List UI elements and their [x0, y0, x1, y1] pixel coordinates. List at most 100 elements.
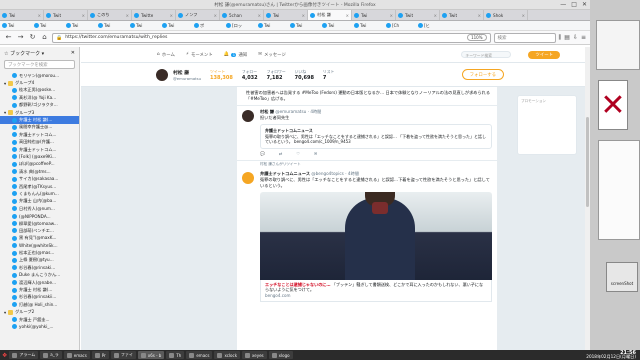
close-tab-icon[interactable]: × [38, 13, 41, 18]
browser-tab[interactable]: Twit × [440, 10, 484, 20]
bookmark-item[interactable]: Twi [0, 23, 32, 28]
twitter-search-input[interactable]: キーワード検索 [461, 51, 512, 58]
bookmark-search-input[interactable]: ブックマークを検索 [4, 60, 75, 69]
bookmark-entry[interactable]: Duke まんこうかん... [0, 272, 79, 279]
bookmark-item[interactable]: Twi [32, 23, 64, 28]
profile-name[interactable]: 村松 謙 [173, 69, 201, 76]
bookmark-entry[interactable]: 弁護士ドットコム... [0, 131, 79, 138]
avatar[interactable] [242, 110, 254, 122]
profile-stat[interactable]: リスト 7 [323, 69, 334, 81]
twitter-nav-moments[interactable]: ⚡ モーメント [186, 52, 213, 58]
browser-tab[interactable]: Shok × [484, 10, 528, 20]
bookmark-entry[interactable]: (@NIPPONDA... [0, 212, 79, 219]
url-bar[interactable]: 🔒 https://twitter.com/emuramatsu/with_re… [52, 32, 491, 43]
twitter-nav-home[interactable]: ⌂ ホーム [157, 52, 175, 58]
background-window[interactable] [596, 20, 640, 70]
taskbar-button[interactable]: x6s - b [137, 351, 165, 359]
tweet[interactable]: 村松 謙 @emuramatsu · 4時間 担いだ者同先生 弁護士ドットコムニ… [237, 106, 497, 161]
bookmark-entry[interactable]: 弁護士 村松 謙(... [0, 286, 79, 293]
browser-tab[interactable]: Twitte × [132, 10, 176, 20]
browser-tab[interactable]: 5chan × [220, 10, 264, 20]
taskbar-button[interactable]: ファイ [110, 351, 136, 359]
close-tab-icon[interactable]: × [170, 13, 173, 18]
browser-tab[interactable]: Twit × [396, 10, 440, 20]
browser-tab[interactable]: このち × [88, 10, 132, 20]
browser-tab[interactable]: Twi × [352, 10, 396, 20]
xlogo-window[interactable]: ✕ [598, 80, 628, 130]
background-window[interactable] [598, 140, 640, 240]
taskbar-button[interactable]: xlogo [268, 351, 293, 359]
close-tab-icon[interactable]: × [390, 13, 393, 18]
taskbar-button[interactable]: アラーム [9, 351, 39, 359]
avatar[interactable] [155, 67, 169, 82]
bookmark-item[interactable]: Twi [288, 23, 320, 28]
browser-tab[interactable]: ノンフ × [176, 10, 220, 20]
folder-expand-icon[interactable]: ▾ [4, 81, 6, 86]
bookmark-item[interactable]: [ロッ [224, 23, 256, 29]
bookmark-entry[interactable]: 杉谷春(@rinsakii... [0, 294, 79, 301]
taskbar-button[interactable]: Th [166, 351, 185, 359]
bookmark-entry[interactable]: 上條 夏樹(@tyu... [0, 257, 79, 264]
close-tab-icon[interactable]: × [478, 13, 481, 18]
menu-icon[interactable]: ≡ [581, 34, 586, 42]
close-tab-icon[interactable]: × [82, 13, 85, 18]
close-tab-icon[interactable]: × [522, 13, 525, 18]
page-scrollbar[interactable] [585, 47, 590, 350]
avatar[interactable] [242, 171, 254, 184]
scrollbar-thumb[interactable] [586, 117, 589, 207]
bookmark-folder[interactable]: ▾ グループ4 [0, 79, 79, 86]
tweet-button[interactable]: ツイート [528, 50, 560, 59]
tweet-time[interactable]: 4時間 [348, 171, 359, 176]
bookmark-item[interactable]: ポ [192, 23, 224, 29]
browser-tab[interactable]: Twi × [264, 10, 308, 20]
bookmark-entry[interactable]: [Folk] (@axe9Ki... [0, 153, 79, 160]
link-card-caption[interactable]: エッチなことは逮捕じゃないのに… 「ブッテン」騒ぎして書類送検、どこかで耳に入っ… [260, 279, 492, 302]
bookmark-entry[interactable]: 渡辺輝人(@nabe... [0, 279, 79, 286]
home-icon[interactable]: ⌂ [40, 33, 49, 42]
tweet-photo[interactable] [260, 191, 492, 280]
bookmark-entry[interactable]: 柳翠愛(@tomoaw... [0, 220, 79, 227]
close-tab-icon[interactable]: × [126, 13, 129, 18]
search-box[interactable]: 検索 [493, 32, 556, 43]
folder-expand-icon[interactable]: ▾ [4, 310, 6, 315]
taskbar-button[interactable]: xclock [214, 351, 241, 359]
bookmark-entry[interactable]: サイカ(@sakasaa... [0, 175, 79, 182]
bookmark-entry[interactable]: 田部萌(ベンチエ... [0, 227, 79, 234]
bookmark-entry[interactable]: White(@whiteSk... [0, 242, 79, 249]
tweet-author[interactable]: 弁護士ドットコムニュース [260, 171, 310, 176]
bookmark-entry[interactable]: 弁護士 村松 謙(... [0, 116, 79, 124]
bookmark-item[interactable]: Twi [256, 23, 288, 28]
sidebar-icon[interactable]: ▤ [564, 34, 570, 42]
zoom-indicator[interactable]: 110% [467, 34, 487, 41]
bookmark-entry[interactable]: 西尾孝(@TKsyus... [0, 183, 79, 190]
bookmark-item[interactable]: [Ch [384, 23, 416, 28]
bookmark-entry[interactable]: yohki(@yohki_... [0, 323, 79, 330]
folder-expand-icon[interactable]: ▾ [4, 110, 6, 115]
tweet-time[interactable]: 4時間 [310, 109, 321, 114]
follow-button[interactable]: フォローする [461, 69, 504, 80]
bookmark-entry[interactable]: 清水 典(@tms... [0, 168, 79, 175]
taskbar-button[interactable]: xeyes [242, 351, 267, 359]
promo-panel[interactable]: プロモーション [517, 95, 577, 155]
bookmark-item[interactable]: Twi [160, 23, 192, 28]
bookmark-entry[interactable]: ぽぽ(@pcoffeeP... [0, 161, 79, 168]
bookmark-entry[interactable]: 弁護士 山内(@ba... [0, 198, 79, 205]
retweet-icon[interactable]: ⇄ [279, 151, 282, 157]
bookmark-item[interactable]: Twi [320, 23, 352, 28]
sidebar-title[interactable]: ☆ ブックマーク ▾ [4, 50, 44, 57]
close-tab-icon[interactable]: × [258, 13, 261, 18]
dm-icon[interactable]: ✉ [314, 151, 317, 157]
bookmark-entry[interactable]: 日村秀人(@num... [0, 205, 79, 212]
taskbar-button[interactable]: Pr [91, 351, 109, 359]
browser-tab[interactable]: 村松 謙 × [308, 10, 352, 20]
forward-arrow-icon[interactable]: → [16, 33, 25, 42]
bookmark-entry[interactable]: 都野彰/ゴジラクタ... [0, 102, 79, 109]
bookmark-entry[interactable]: 桂木正男(@oske... [0, 87, 79, 94]
taskbar-button[interactable]: emacs [186, 351, 213, 359]
bookmark-item[interactable]: Twi [64, 23, 96, 28]
tweet[interactable]: 性被害の加害者へは告発する #MeToo (Fedors) 運動の日本版となるか… [237, 87, 497, 106]
minimize-button[interactable]: — [560, 1, 566, 8]
browser-tab[interactable]: Twit × [44, 10, 88, 20]
bookmark-folder[interactable]: ▾ グループ2 [0, 309, 79, 316]
profile-stat[interactable]: フォロワー 7,182 [267, 69, 286, 81]
